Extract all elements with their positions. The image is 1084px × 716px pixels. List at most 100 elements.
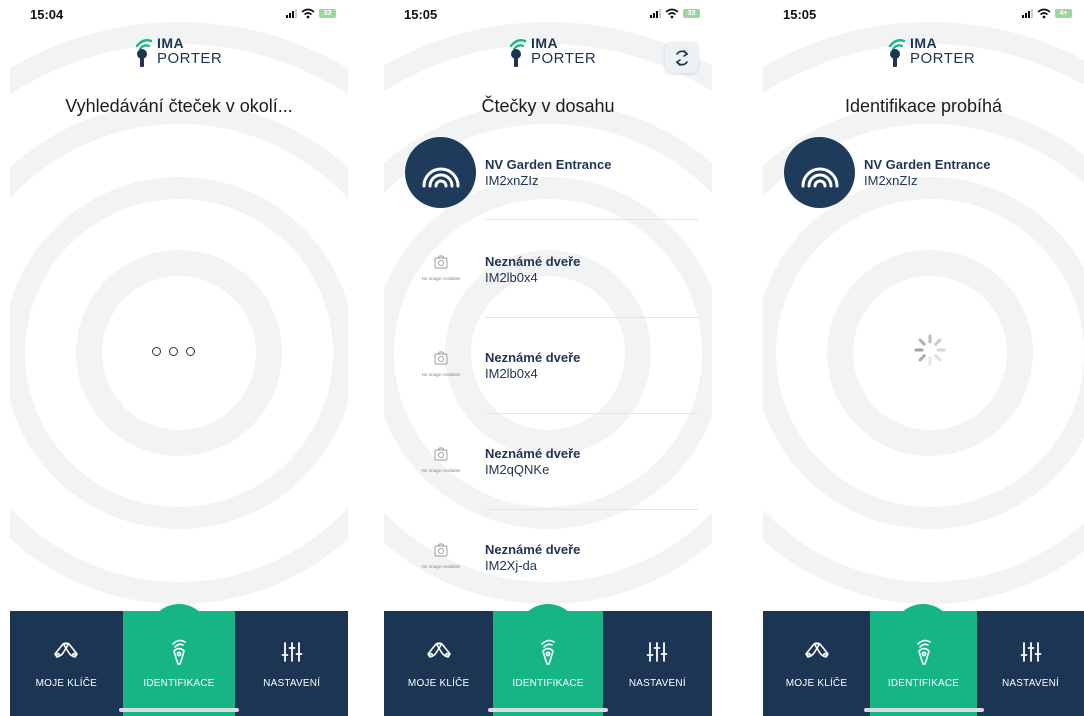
- no-image-label: No Image Available: [421, 372, 461, 377]
- wifi-icon: [665, 8, 679, 18]
- reader-name: NV Garden Entrance: [485, 157, 612, 172]
- reader-name: Neznámé dveře: [485, 350, 581, 365]
- reader-name: Neznámé dveře: [485, 446, 581, 461]
- reader-name: NV Garden Entrance: [864, 157, 991, 172]
- ima-logo-icon: [135, 38, 153, 67]
- divider: [485, 219, 698, 220]
- tab-moje-klice[interactable]: MOJE KLÍČE: [763, 611, 870, 716]
- logo-porter-text: PORTER: [910, 50, 976, 67]
- app-logo: IMA PORTER: [505, 36, 596, 70]
- no-image-placeholder: No Image Available: [411, 346, 471, 386]
- tab-label: MOJE KLÍČE: [35, 678, 98, 689]
- sliders-icon: [281, 642, 303, 662]
- camera-icon: [434, 351, 448, 365]
- screen-readers-in-range: 15:05 33 IMA PORTER Čtečky v dosahu NV G…: [384, 0, 712, 716]
- sliders-icon: [646, 642, 668, 662]
- tab-nastaveni[interactable]: NASTAVENÍ: [603, 611, 712, 716]
- reader-id: IM2qQNKe: [485, 462, 550, 477]
- reader-id: IM2Xj-da: [485, 558, 538, 573]
- home-indicator: [119, 708, 239, 712]
- page-title: Čtečky v dosahu: [481, 96, 615, 116]
- reader-waves-icon: [405, 137, 476, 208]
- no-image-label: No Image Available: [421, 276, 461, 281]
- signal-icon: [1022, 8, 1033, 18]
- wifi-icon: [301, 8, 315, 18]
- reader-waves-icon: [784, 137, 855, 208]
- reader-id: IM2xnZIz: [864, 173, 918, 188]
- no-image-placeholder: No Image Available: [411, 538, 471, 578]
- status-icons: 33: [650, 6, 700, 20]
- divider: [485, 509, 698, 510]
- status-time: 15:05: [404, 7, 438, 22]
- screen-identifying: 15:05 4+ IMA PORTER Identifikace probíhá: [763, 0, 1084, 716]
- tab-identifikace[interactable]: IDENTIFIKACE: [122, 611, 236, 716]
- wifi-icon: [1037, 8, 1051, 18]
- key-fob-icon: [172, 639, 186, 665]
- camera-icon: [434, 255, 448, 269]
- logo-ima-text: IMA: [910, 35, 938, 51]
- tab-nastaveni[interactable]: NASTAVENÍ: [235, 611, 348, 716]
- tab-label: NASTAVENÍ: [1002, 678, 1059, 689]
- reader-list-item[interactable]: No Image Available Neznámé dveře IM2Xj-d…: [384, 528, 712, 598]
- tab-identifikace[interactable]: IDENTIFIKACE: [870, 611, 977, 716]
- tab-moje-klice[interactable]: MOJE KLÍČE: [384, 611, 493, 716]
- reader-list-item: NV Garden Entrance IM2xnZIz: [763, 135, 1084, 215]
- battery-icon: 4+: [1055, 8, 1072, 18]
- reader-id: IM2lb0x4: [485, 366, 538, 381]
- tab-bar: MOJE KLÍČE IDENTIFIKACE NASTAVENÍ: [10, 611, 348, 716]
- keys-icon: [804, 642, 829, 658]
- no-image-label: No Image Available: [421, 468, 461, 473]
- reader-name: Neznámé dveře: [485, 254, 581, 269]
- reader-id: IM2xnZIz: [485, 173, 539, 188]
- ima-logo-icon: [509, 38, 527, 67]
- app-logo: IMA PORTER: [131, 36, 222, 70]
- tab-label: IDENTIFIKACE: [512, 678, 584, 689]
- home-indicator: [488, 708, 608, 712]
- key-fob-icon: [916, 639, 931, 665]
- battery-icon: 33: [683, 8, 700, 18]
- ima-logo-icon: [888, 38, 906, 67]
- tab-bar: MOJE KLÍČE IDENTIFIKACE NASTAVENÍ: [763, 611, 1084, 716]
- tab-label: MOJE KLÍČE: [407, 678, 470, 689]
- tab-label: NASTAVENÍ: [263, 678, 321, 689]
- reader-id: IM2lb0x4: [485, 270, 538, 285]
- refresh-button[interactable]: [665, 42, 698, 73]
- tab-nastaveni[interactable]: NASTAVENÍ: [977, 611, 1084, 716]
- status-icons: 4+: [1022, 6, 1072, 20]
- tab-label: NASTAVENÍ: [628, 678, 686, 689]
- reader-list-item[interactable]: No Image Available Neznámé dveře IM2qQNK…: [384, 432, 712, 502]
- no-image-label: No Image Available: [421, 564, 461, 569]
- reader-list-item[interactable]: NV Garden Entrance IM2xnZIz: [384, 135, 712, 215]
- tab-identifikace[interactable]: IDENTIFIKACE: [493, 611, 603, 716]
- refresh-icon: [675, 49, 688, 66]
- tab-moje-klice[interactable]: MOJE KLÍČE: [10, 611, 123, 716]
- tab-bar: MOJE KLÍČE IDENTIFIKACE NASTAVENÍ: [384, 611, 712, 716]
- logo-porter-text: PORTER: [157, 50, 223, 67]
- keys-icon: [426, 642, 451, 658]
- home-indicator: [863, 708, 984, 712]
- app-logo: IMA PORTER: [884, 36, 975, 70]
- loading-spinner-icon: [914, 334, 946, 366]
- battery-icon: 33: [319, 8, 336, 18]
- camera-icon: [434, 543, 448, 557]
- divider: [485, 413, 698, 414]
- page-title: Vyhledávání čteček v okolí...: [65, 96, 293, 116]
- logo-porter-text: PORTER: [531, 50, 597, 67]
- camera-icon: [434, 447, 448, 461]
- no-image-placeholder: No Image Available: [411, 250, 471, 290]
- reader-list-item[interactable]: No Image Available Neznámé dveře IM2lb0x…: [384, 336, 712, 406]
- sliders-icon: [1020, 642, 1041, 662]
- page-title: Identifikace probíhá: [844, 96, 1003, 116]
- status-time: 15:05: [783, 7, 817, 22]
- logo-ima-text: IMA: [531, 35, 559, 51]
- signal-icon: [286, 8, 297, 18]
- tab-label: MOJE KLÍČE: [785, 678, 848, 689]
- divider: [485, 317, 698, 318]
- searching-indicator: [152, 347, 195, 356]
- signal-icon: [650, 8, 661, 18]
- reader-list-item[interactable]: No Image Available Neznámé dveře IM2lb0x…: [384, 240, 712, 310]
- tab-label: IDENTIFIKACE: [887, 678, 960, 689]
- tab-label: IDENTIFIKACE: [143, 678, 215, 689]
- key-fob-icon: [541, 639, 555, 665]
- screen-searching: 15:04 33 IMA PORTER Vyhledávání čteček v…: [10, 0, 348, 716]
